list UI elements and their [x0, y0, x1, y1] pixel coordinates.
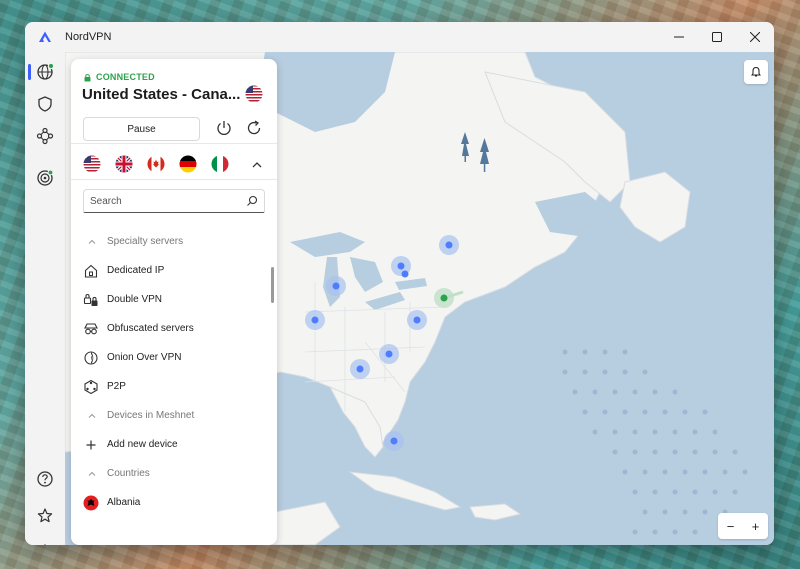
land-cuba: [348, 471, 462, 511]
maximize-icon: [712, 32, 722, 42]
section-header-countries[interactable]: Countries: [71, 459, 269, 488]
chevron-up-icon: [88, 239, 96, 244]
meshnet-icon: [36, 127, 54, 145]
server-pin[interactable]: [379, 344, 399, 364]
list-item-albania[interactable]: Albania: [71, 488, 269, 517]
onion-icon: [84, 350, 98, 365]
sidebar-rail: [25, 52, 65, 545]
minimize-icon: [674, 36, 684, 38]
title-bar[interactable]: NordVPN: [25, 22, 774, 52]
section-header-label: Specialty servers: [107, 236, 184, 247]
minimize-button[interactable]: [660, 22, 698, 52]
bell-icon: [751, 66, 761, 77]
section-header-label: Countries: [107, 468, 150, 479]
zoom-out-button[interactable]: −: [718, 513, 743, 539]
sidebar-item-dark-web-monitor[interactable]: [33, 166, 57, 190]
italy-flag-icon[interactable]: [211, 155, 229, 173]
nordvpn-logo-icon: [39, 31, 51, 42]
whats-new-button[interactable]: [33, 504, 57, 528]
albania-flag-icon: [83, 495, 99, 510]
sidebar-item-vpn[interactable]: [33, 60, 57, 84]
p2p-icon: [84, 379, 98, 394]
zoom-in-button[interactable]: +: [743, 513, 768, 539]
list-item-obfuscated-servers[interactable]: Obfuscated servers: [71, 314, 269, 343]
server-pin[interactable]: [439, 235, 459, 255]
star-badge-icon: [37, 508, 53, 523]
section-header-specialty[interactable]: Specialty servers: [71, 227, 269, 256]
list-item-dedicated-ip[interactable]: Dedicated IP: [71, 256, 269, 285]
scrollbar[interactable]: [271, 267, 274, 303]
gear-icon: [44, 544, 46, 545]
search-input[interactable]: [90, 195, 246, 207]
zoom-controls: − +: [718, 513, 768, 539]
section-header-label: Devices in Meshnet: [107, 410, 195, 421]
connection-status: CONNECTED: [83, 72, 155, 82]
sidebar-item-threat-protection[interactable]: [33, 92, 57, 116]
server-pin[interactable]: [407, 310, 427, 330]
lock-icon: [84, 73, 91, 81]
close-button[interactable]: [736, 22, 774, 52]
add-new-device-button[interactable]: Add new device: [71, 430, 269, 459]
app-window: NordVPN − + CONNECTED United States - Ca…: [25, 22, 774, 545]
ocean-dot-pattern: [562, 349, 748, 535]
help-icon: [37, 471, 53, 487]
radar-icon: [37, 169, 54, 186]
list-item-double-vpn[interactable]: Double VPN: [71, 285, 269, 314]
home-icon: [84, 264, 98, 278]
server-pin[interactable]: [305, 310, 325, 330]
list-item-label: Double VPN: [107, 294, 163, 305]
canada-flag-icon[interactable]: [147, 155, 165, 173]
section-header-meshnet[interactable]: Devices in Meshnet: [71, 401, 269, 430]
chevron-up-icon: [88, 413, 96, 418]
shield-icon: [38, 96, 52, 112]
list-item-label: P2P: [107, 381, 126, 392]
server-list[interactable]: Specialty servers Dedicated IP Double VP…: [71, 227, 269, 517]
pause-button[interactable]: Pause: [83, 117, 200, 141]
connection-panel: CONNECTED United States - Cana... Pause: [71, 59, 277, 545]
divider: [71, 179, 277, 180]
refresh-icon[interactable]: [244, 118, 264, 138]
double-lock-icon: [83, 293, 98, 306]
server-pin[interactable]: [401, 270, 409, 278]
list-item-p2p[interactable]: P2P: [71, 372, 269, 401]
list-item-label: Add new device: [107, 439, 178, 450]
land-newfoundland: [619, 171, 691, 243]
list-item-label: Onion Over VPN: [107, 352, 182, 363]
maximize-button[interactable]: [698, 22, 736, 52]
settings-button[interactable]: [33, 540, 57, 545]
notifications-button[interactable]: [744, 60, 768, 84]
us-flag-icon[interactable]: [83, 155, 101, 173]
list-item-label: Albania: [107, 497, 141, 508]
uk-flag-icon[interactable]: [115, 155, 133, 173]
globe-icon: [37, 62, 55, 80]
server-pin[interactable]: [326, 276, 346, 296]
list-item-onion-over-vpn[interactable]: Onion Over VPN: [71, 343, 269, 372]
status-label: CONNECTED: [96, 72, 155, 82]
spy-glasses-icon: [84, 322, 98, 334]
power-icon[interactable]: [214, 118, 234, 138]
chevron-up-icon: [88, 471, 96, 476]
us-flag-icon: [245, 85, 263, 103]
sidebar-item-meshnet[interactable]: [33, 124, 57, 148]
land-yucatan: [269, 501, 341, 545]
server-pin[interactable]: [350, 359, 370, 379]
help-button[interactable]: [33, 467, 57, 491]
land-hispaniola: [469, 503, 522, 521]
list-item-label: Obfuscated servers: [107, 323, 194, 334]
list-item-label: Dedicated IP: [107, 265, 165, 276]
search-icon[interactable]: [246, 195, 258, 207]
close-icon: [750, 32, 760, 42]
recent-connections: [83, 155, 229, 173]
divider: [71, 143, 277, 144]
active-indicator: [28, 64, 31, 80]
search-field[interactable]: [83, 189, 265, 213]
window-title: NordVPN: [65, 31, 112, 43]
connected-server-name: United States - Cana...: [82, 86, 241, 103]
chevron-up-icon[interactable]: [251, 159, 263, 171]
plus-icon: [86, 440, 96, 449]
germany-flag-icon[interactable]: [179, 155, 197, 173]
server-pin[interactable]: [384, 431, 404, 451]
